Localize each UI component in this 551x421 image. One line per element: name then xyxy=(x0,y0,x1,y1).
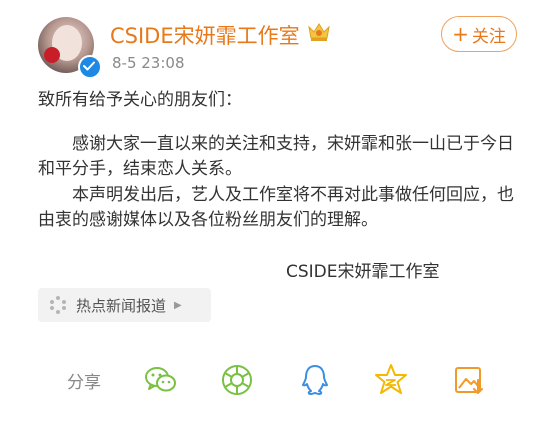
plus-icon: + xyxy=(452,22,469,46)
moments-icon[interactable] xyxy=(219,362,255,398)
author-name[interactable]: CSIDE宋妍霏工作室 xyxy=(110,20,300,50)
verified-badge-icon xyxy=(78,55,102,79)
signature-text: CSIDE宋妍霏工作室 xyxy=(286,262,440,282)
share-bar: 分享 xyxy=(0,356,551,406)
avatar-rose xyxy=(44,47,60,63)
save-image-icon[interactable] xyxy=(451,362,487,398)
topic-label: 热点新闻报道 xyxy=(76,296,167,315)
follow-label: 关注 xyxy=(471,26,506,47)
qq-icon[interactable] xyxy=(297,362,333,398)
post-content: 致所有给予关心的朋友们： 感谢大家一直以来的关注和支持，宋妍霏和张一山已于今日和… xyxy=(38,88,518,234)
greeting-text: 致所有给予关心的朋友们： xyxy=(38,90,242,110)
qzone-icon[interactable] xyxy=(373,362,409,398)
share-label: 分享 xyxy=(67,373,101,393)
wechat-icon[interactable] xyxy=(143,362,179,398)
crown-badge-icon xyxy=(308,23,330,41)
paragraph-2: 本声明发出后，艺人及工作室将不再对此事做任何回应，也由衷的感谢媒体以及各位粉丝朋… xyxy=(38,184,514,231)
paragraph-1: 感谢大家一直以来的关注和支持，宋妍霏和张一山已于今日和平分手，结束恋人关系。 xyxy=(38,133,514,180)
topic-icon xyxy=(50,296,66,314)
topic-tag[interactable]: 热点新闻报道 ▶ xyxy=(38,288,211,322)
chevron-right-icon: ▶ xyxy=(174,299,182,311)
follow-button[interactable]: + 关注 xyxy=(441,16,517,52)
post-header: CSIDE宋妍霏工作室 8-5 23:08 + 关注 xyxy=(0,0,551,80)
post-time: 8-5 23:08 xyxy=(112,54,185,72)
